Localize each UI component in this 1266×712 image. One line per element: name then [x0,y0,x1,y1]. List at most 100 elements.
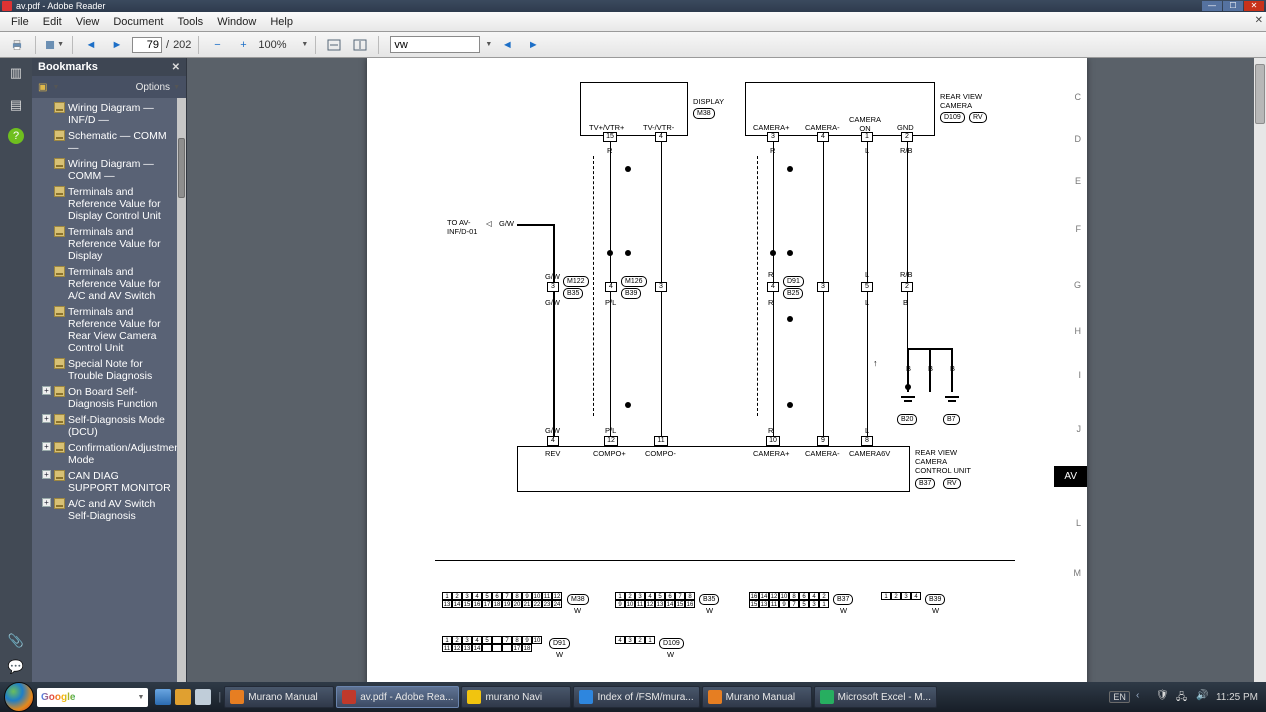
bookmark-item[interactable]: +Self-Diagnosis Mode (DCU) [32,412,174,440]
bookmark-item[interactable]: +Confirmation/Adjustment Mode [32,440,174,468]
window-close-button[interactable]: ✕ [1244,1,1264,11]
clock[interactable]: 11:25 PM [1216,692,1258,703]
bookmark-item[interactable]: Wiring Diagram — INF/D — [32,100,174,128]
find-next-icon[interactable]: ► [522,35,544,55]
comments-icon[interactable]: 💬 [7,658,25,676]
bookmark-label: CAN DIAG SUPPORT MONITOR [68,470,171,494]
menu-tools[interactable]: Tools [171,14,211,30]
arrow-icon: ◁ [486,219,492,228]
google-logo: Google [41,692,75,703]
bookmarks-options-button[interactable]: Options▼ [136,82,180,93]
network-icon[interactable]: 🖧 [1176,690,1190,704]
taskbar-app-button[interactable]: av.pdf - Adobe Rea... [336,686,459,708]
connector-cell: 24 [552,600,562,608]
window-minimize-button[interactable]: — [1202,1,1222,11]
bookmark-item[interactable]: +A/C and AV Switch Self-Diagnosis [32,496,174,524]
tray-icon[interactable]: 🛡 [1156,690,1170,704]
volume-icon[interactable]: 🔊 [1196,690,1210,704]
expand-icon[interactable]: + [42,470,51,479]
connector-cell [482,644,492,652]
grid-letter: M [1074,568,1082,578]
find-prev-icon[interactable]: ◄ [496,35,518,55]
bookmark-item[interactable]: +On Board Self-Diagnosis Function [32,384,174,412]
pages-panel-icon[interactable]: ▥ [7,64,25,82]
conn-label: B7 [943,414,960,425]
fit-width-icon[interactable] [323,35,345,55]
next-page-icon[interactable]: ► [106,35,128,55]
page-number-input[interactable] [132,37,162,53]
menu-view[interactable]: View [69,14,107,30]
show-desktop-icon[interactable] [155,689,171,705]
document-scrollbar-vertical[interactable] [1254,58,1266,682]
menu-document[interactable]: Document [106,14,170,30]
bookmark-page-icon [54,442,65,453]
attachment-icon[interactable]: 📎 [7,632,25,650]
pin-number: 11 [654,436,668,446]
new-bookmark-icon[interactable]: ▣ [38,82,47,93]
quick-launch-icon[interactable] [195,689,211,705]
taskbar-app-button[interactable]: murano Navi [461,686,571,708]
deskbar-dropdown-icon[interactable]: ▼ [137,694,144,701]
connector-cell: 12 [552,592,562,600]
bookmark-item[interactable]: Special Note for Trouble Diagnosis [32,356,174,384]
menu-window[interactable]: Window [210,14,263,30]
bookmark-item[interactable]: Terminals and Reference Value for Rear V… [32,304,174,356]
expand-icon[interactable]: + [42,386,51,395]
connector-cell: 1 [615,592,625,600]
deskbar-search-input[interactable] [78,692,134,703]
bookmark-item[interactable]: Terminals and Reference Value for Displa… [32,184,174,224]
wire-color: R [768,426,773,435]
expand-icon[interactable]: + [42,498,51,507]
zoom-dropdown-icon[interactable]: ▼ [301,41,308,48]
bookmarks-panel-icon[interactable]: ▤ [7,96,25,114]
document-viewport[interactable]: C D E F G H I J L M DISPLAY M38 REAR VIE… [187,58,1266,682]
fit-page-icon[interactable] [349,35,371,55]
deskbar-google-search[interactable]: Google ▼ [37,688,148,707]
taskbar-app-label: Index of /FSM/mura... [597,692,693,703]
menu-help[interactable]: Help [263,14,300,30]
connector-row: 123456789101112 [442,592,562,600]
bookmark-icon-dropdown[interactable]: ▼ [52,84,59,91]
taskbar-app-button[interactable]: Murano Manual [702,686,812,708]
taskbar-app-button[interactable]: Murano Manual [224,686,334,708]
window-maximize-button[interactable]: ☐ [1223,1,1243,11]
bookmark-item[interactable]: Schematic — COMM — [32,128,174,156]
bookmark-label: Terminals and Reference Value for Displa… [68,186,171,222]
wire-color: G/W [499,219,514,228]
bookmarks-scrollbar[interactable] [177,98,186,682]
quick-launch [151,689,215,705]
quick-launch-icon[interactable] [175,689,191,705]
connector-cell: 7 [502,636,512,644]
taskbar-app-button[interactable]: Index of /FSM/mura... [573,686,699,708]
expand-icon[interactable]: + [42,414,51,423]
bookmark-item[interactable]: + CAN DIAG SUPPORT MONITOR [32,468,174,496]
zoom-in-icon[interactable]: + [232,35,254,55]
menu-edit[interactable]: Edit [36,14,69,30]
connector-cell [492,644,502,652]
connector-row: 4321 [615,636,655,644]
search-input[interactable] [390,36,480,53]
connector-cell: 10 [532,592,542,600]
bookmark-item[interactable]: Wiring Diagram — COMM — [32,156,174,184]
bookmark-item[interactable]: Terminals and Reference Value for Displa… [32,224,174,264]
save-icon[interactable]: ▼ [43,35,65,55]
start-button[interactable] [4,682,34,712]
help-icon[interactable]: ? [8,128,24,144]
search-dropdown-icon[interactable]: ▼ [485,41,492,48]
menu-file[interactable]: File [4,14,36,30]
prev-page-icon[interactable]: ◄ [80,35,102,55]
document-close-icon[interactable]: ✕ [1255,15,1263,26]
connector-cell: 18 [492,600,502,608]
connector-cell: 14 [759,592,769,600]
zoom-out-icon[interactable]: − [206,35,228,55]
taskbar-app-button[interactable]: Microsoft Excel - M... [814,686,937,708]
tray-expand-icon[interactable]: ‹ [1136,690,1150,704]
expand-icon[interactable]: + [42,442,51,451]
grid-letter: I [1078,370,1081,380]
print-icon[interactable] [6,35,28,55]
conn-sub: W [932,606,939,615]
side-tool-strip: ▥ ▤ ? 📎 💬 [0,58,32,682]
language-indicator[interactable]: EN [1109,691,1130,703]
bookmarks-close-icon[interactable]: ✕ [172,62,180,73]
bookmark-item[interactable]: Terminals and Reference Value for A/C an… [32,264,174,304]
